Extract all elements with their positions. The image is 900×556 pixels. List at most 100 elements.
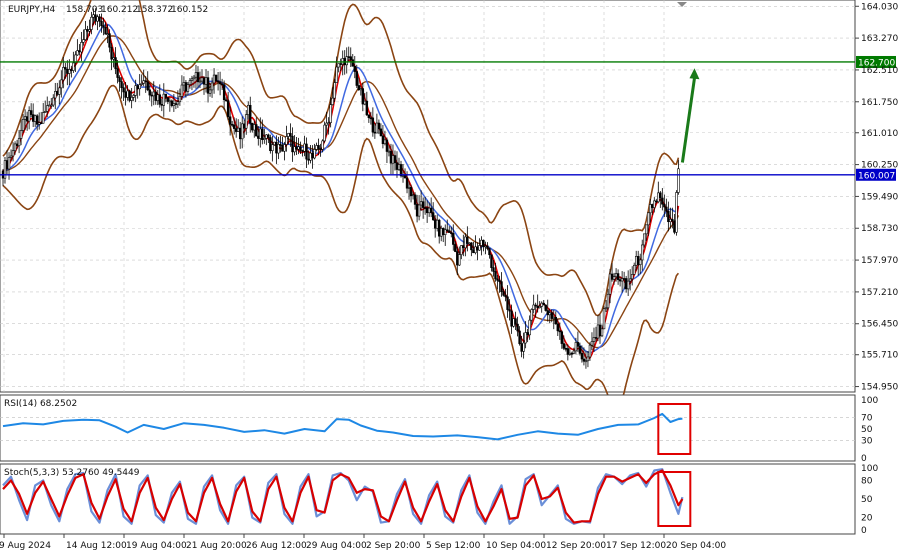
candle-body bbox=[401, 175, 405, 177]
candle-body bbox=[500, 281, 503, 292]
candle-body bbox=[677, 168, 680, 193]
candle-body bbox=[528, 319, 531, 336]
price-tick-label: 157.970 bbox=[861, 256, 898, 266]
candle-body bbox=[291, 135, 294, 153]
candle-body bbox=[82, 39, 85, 43]
candle-body bbox=[570, 352, 574, 355]
price-tick-label: 157.210 bbox=[861, 288, 898, 298]
candle-body bbox=[60, 79, 63, 89]
candle-body bbox=[84, 29, 87, 40]
time-tick-label: 20 Sep 04:00 bbox=[666, 541, 726, 551]
candle-body bbox=[281, 144, 284, 152]
candle-body bbox=[138, 84, 141, 90]
rsi-panel-title: RSI(14) 68.2502 bbox=[4, 399, 77, 409]
candle-body bbox=[560, 331, 564, 344]
candle-body bbox=[606, 293, 610, 309]
candle-body bbox=[134, 85, 137, 96]
candle-body bbox=[608, 273, 612, 295]
candle-body bbox=[357, 85, 360, 91]
candle-body bbox=[307, 158, 310, 161]
candle-body bbox=[13, 143, 17, 151]
candle-body bbox=[104, 26, 107, 35]
candle-body bbox=[158, 94, 161, 105]
candle-body bbox=[186, 84, 190, 92]
candle-body bbox=[11, 150, 15, 157]
candle-body bbox=[602, 308, 606, 330]
candle-body bbox=[90, 16, 93, 30]
price-panel-title: EURJPY,H4 bbox=[8, 5, 56, 15]
candle-body bbox=[3, 160, 7, 179]
candle-body bbox=[371, 117, 375, 133]
time-tick-label: 10 Sep 04:00 bbox=[486, 541, 546, 551]
candle-body bbox=[504, 294, 507, 298]
candle-body bbox=[166, 97, 170, 102]
candle-body bbox=[433, 219, 437, 229]
candle-body bbox=[588, 344, 592, 358]
candle-body bbox=[98, 16, 101, 22]
chart-svg: 162.700160.007 164.030163.270162.510161.… bbox=[0, 0, 898, 551]
indicator-tick-label: 0 bbox=[861, 526, 867, 536]
indicator-tick-label: 0 bbox=[861, 454, 867, 464]
candle-body bbox=[437, 219, 441, 237]
candle-body bbox=[411, 194, 415, 197]
candle-body bbox=[92, 14, 95, 18]
time-tick-label: 21 Aug 20:00 bbox=[186, 541, 247, 551]
candle-body bbox=[594, 337, 598, 339]
candle-body bbox=[76, 50, 79, 56]
candle-body bbox=[130, 97, 133, 101]
candle-body bbox=[156, 94, 159, 101]
candle-body bbox=[251, 122, 254, 131]
candle-body bbox=[212, 74, 216, 84]
candle-body bbox=[216, 80, 220, 83]
candle-body bbox=[146, 81, 149, 91]
time-tick-label: 5 Sep 12:00 bbox=[426, 541, 481, 551]
candle-body bbox=[289, 133, 292, 137]
candle-body bbox=[152, 91, 155, 97]
candle-body bbox=[114, 57, 117, 69]
candle-body bbox=[641, 244, 644, 261]
candle-body bbox=[667, 210, 670, 223]
candle-body bbox=[397, 164, 401, 170]
candle-body bbox=[512, 318, 515, 327]
candle-body bbox=[403, 175, 407, 179]
time-tick-label: 2 Sep 20:00 bbox=[366, 541, 421, 551]
candle-body bbox=[452, 233, 455, 245]
candle-body bbox=[120, 81, 123, 88]
candle-body bbox=[395, 162, 399, 170]
candle-body bbox=[42, 112, 45, 124]
candle-body bbox=[661, 197, 664, 205]
indicator-tick-label: 100 bbox=[861, 464, 878, 474]
candle-body bbox=[407, 186, 411, 189]
candle-body bbox=[58, 87, 61, 95]
candle-body bbox=[409, 186, 413, 197]
candle-body bbox=[645, 224, 648, 235]
candle-body bbox=[245, 114, 248, 129]
candle-body bbox=[669, 219, 672, 223]
candle-body bbox=[337, 63, 340, 68]
candle-body bbox=[144, 80, 147, 83]
candle-body bbox=[122, 87, 125, 93]
price-tick-label: 162.510 bbox=[861, 66, 898, 76]
candle-body bbox=[52, 97, 55, 106]
candle-body bbox=[558, 330, 562, 333]
candle-body bbox=[624, 278, 628, 290]
candle-body bbox=[102, 25, 105, 28]
candle-body bbox=[435, 219, 439, 229]
candle-body bbox=[126, 90, 129, 98]
candle-body bbox=[150, 94, 153, 97]
candle-body bbox=[506, 296, 509, 310]
candle-body bbox=[100, 20, 103, 27]
candle-body bbox=[600, 328, 604, 337]
candle-body bbox=[536, 305, 539, 309]
candle-body bbox=[257, 135, 260, 139]
candle-body bbox=[498, 280, 501, 282]
candle-body bbox=[530, 309, 533, 321]
candle-body bbox=[604, 307, 608, 310]
candle-body bbox=[474, 246, 477, 254]
candle-body bbox=[429, 207, 433, 213]
candle-body bbox=[327, 122, 330, 124]
candle-body bbox=[379, 128, 383, 137]
candle-body bbox=[21, 118, 25, 131]
candle-body bbox=[568, 352, 572, 355]
candle-body bbox=[271, 144, 274, 152]
